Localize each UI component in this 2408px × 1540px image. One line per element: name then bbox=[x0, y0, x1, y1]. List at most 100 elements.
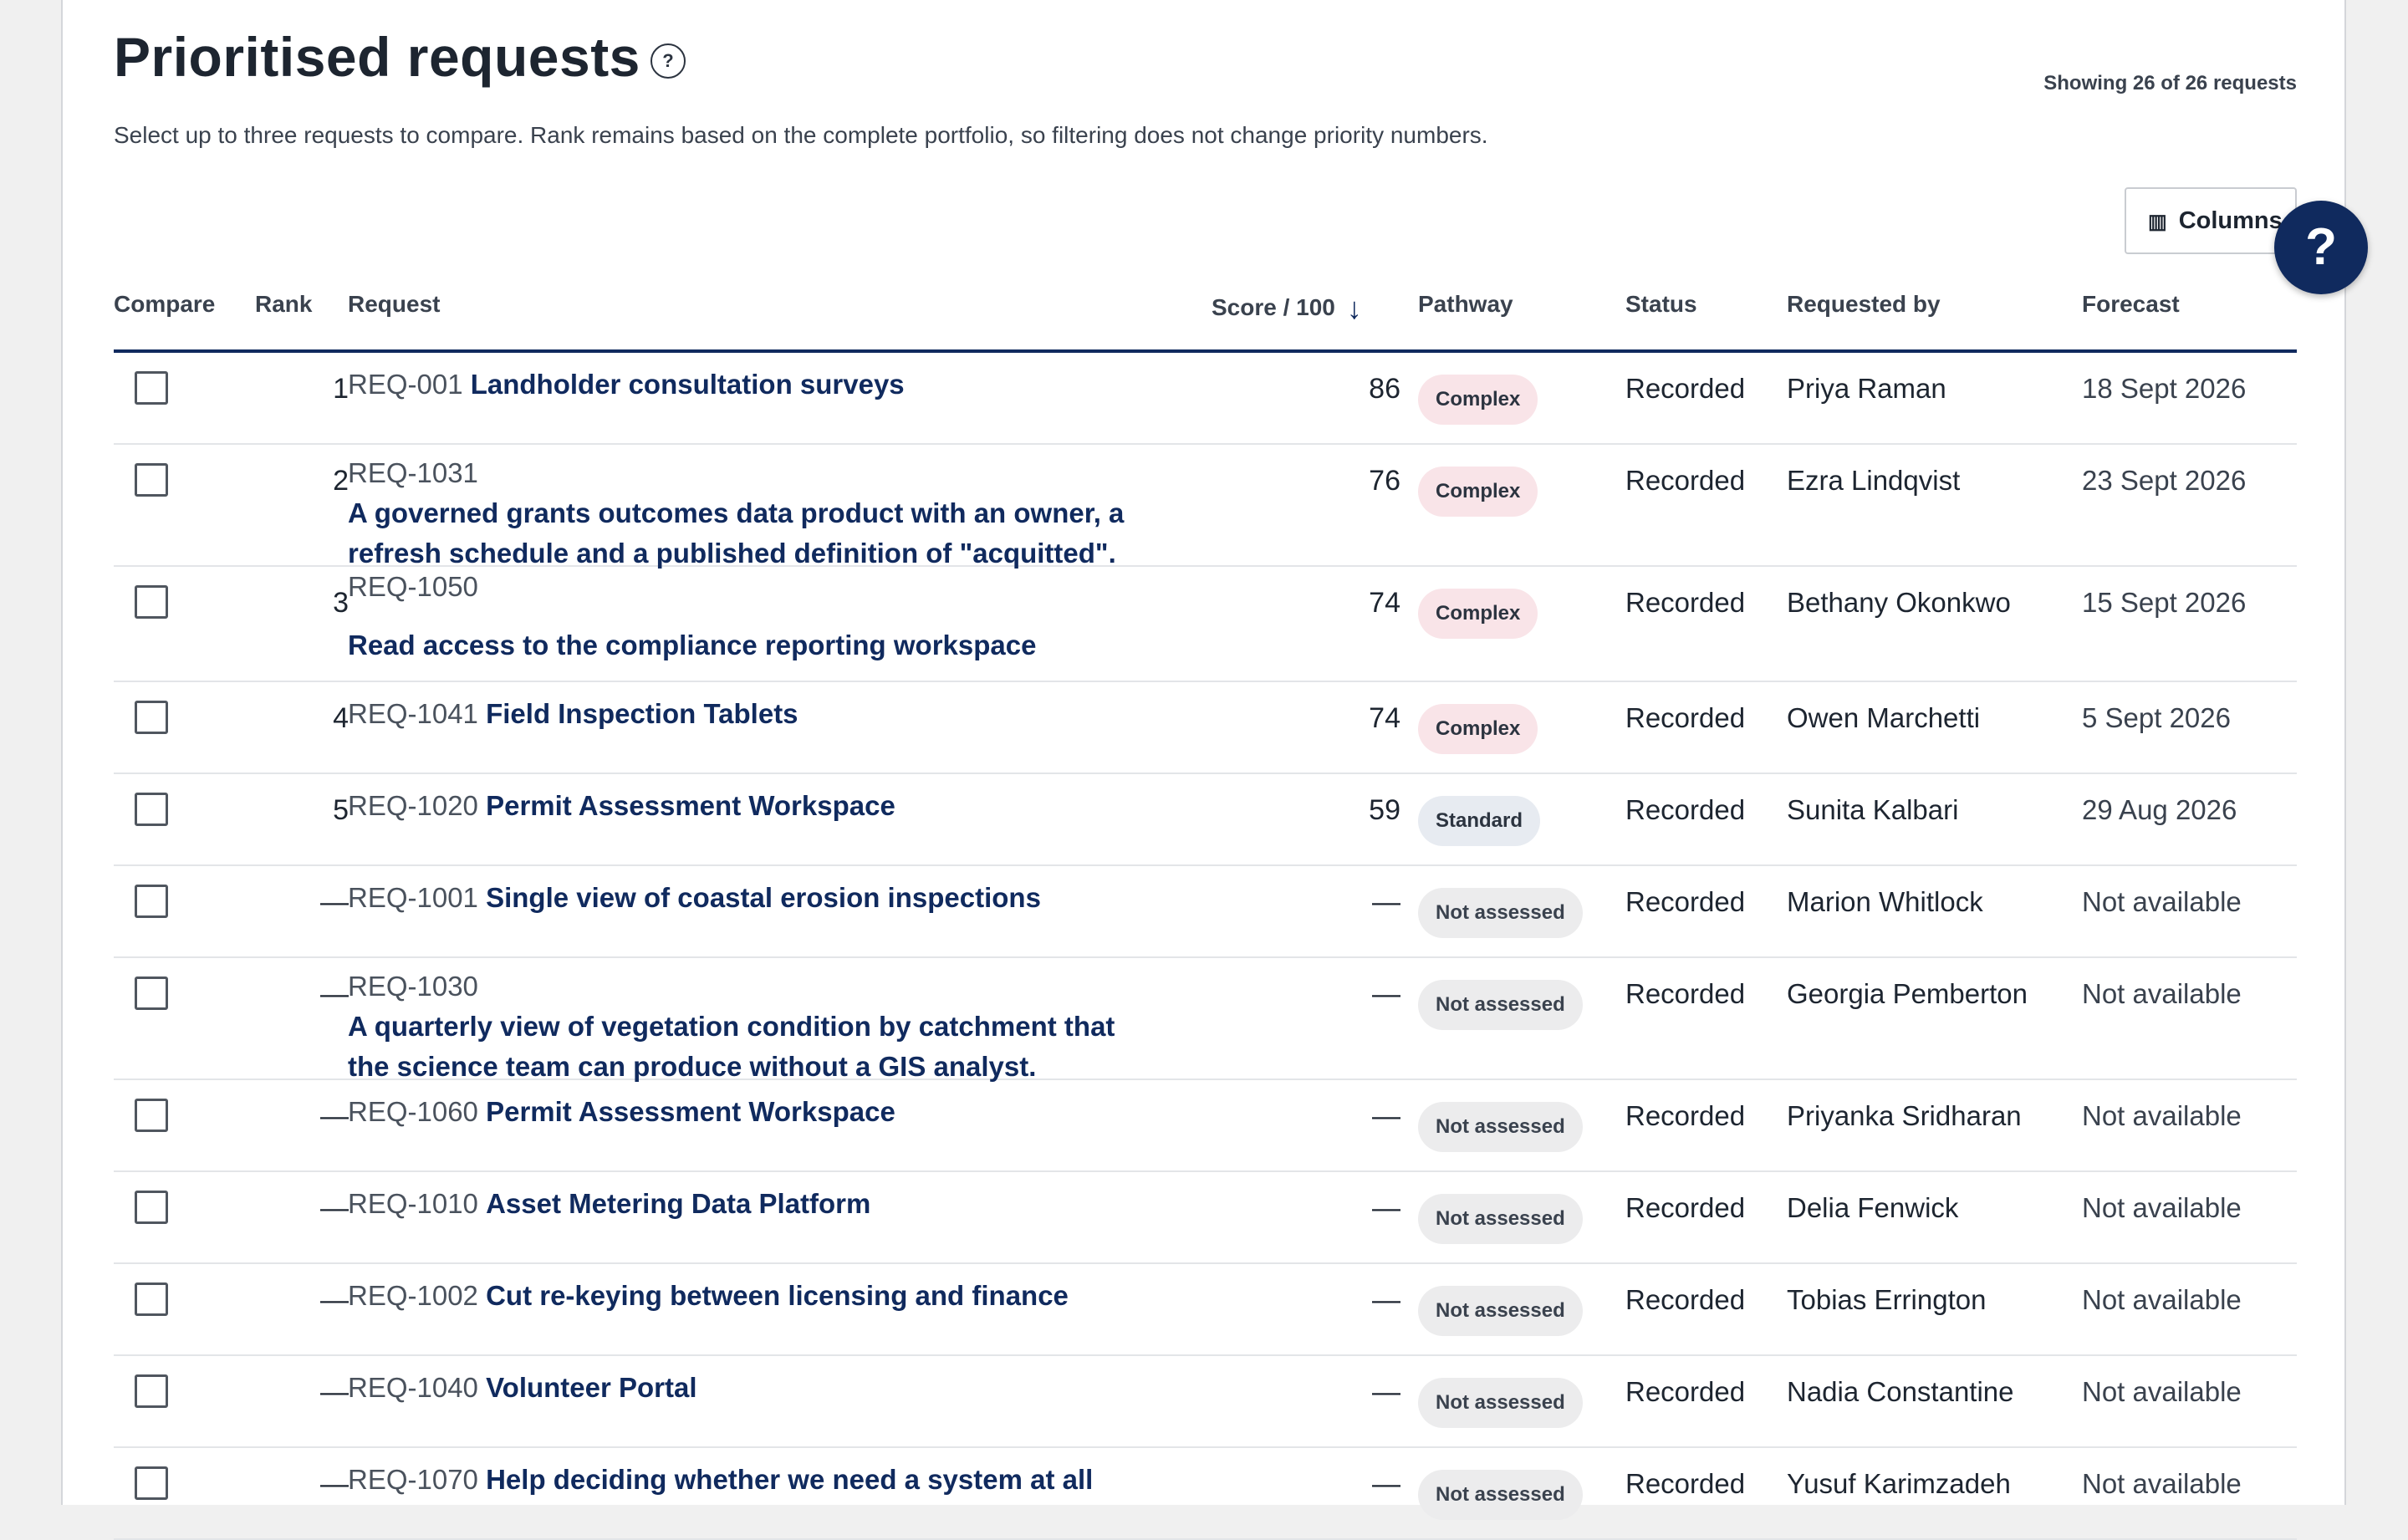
compare-checkbox[interactable] bbox=[135, 463, 168, 497]
request-id: REQ-1002 bbox=[348, 1280, 478, 1311]
compare-checkbox[interactable] bbox=[135, 1374, 168, 1408]
rank-cell: — bbox=[320, 1468, 349, 1500]
request-id: REQ-1001 bbox=[348, 882, 478, 913]
columns-button[interactable]: ▥ Columns bbox=[2125, 187, 2297, 254]
request-title-link[interactable]: Permit Assessment Workspace bbox=[486, 1096, 895, 1127]
help-icon[interactable]: ? bbox=[650, 43, 686, 79]
table-body: 1 REQ-001 Landholder consultation survey… bbox=[114, 353, 2297, 1540]
header-pathway: Pathway bbox=[1418, 291, 1513, 317]
status-cell: Recorded bbox=[1625, 587, 1746, 618]
score-cell: — bbox=[1372, 1192, 1400, 1224]
requested-by-cell: Ezra Lindqvist bbox=[1787, 465, 1961, 496]
pathway-badge: Not assessed bbox=[1418, 1470, 1583, 1520]
request-id: REQ-1030 bbox=[348, 971, 478, 1002]
requested-by-cell: Yusuf Karimzadeh bbox=[1787, 1468, 2011, 1499]
compare-checkbox[interactable] bbox=[135, 885, 168, 918]
rank-cell: — bbox=[320, 1100, 349, 1132]
rank-cell: — bbox=[320, 1284, 349, 1316]
table-row: — REQ-1040 Volunteer Portal — Not assess… bbox=[114, 1356, 2297, 1448]
forecast-cell: Not available bbox=[2082, 1468, 2242, 1499]
request-title-link[interactable]: Single view of coastal erosion inspectio… bbox=[486, 882, 1041, 913]
request-title-link[interactable]: Cut re-keying between licensing and fina… bbox=[486, 1280, 1069, 1311]
score-cell: 76 bbox=[1369, 465, 1400, 497]
header-score: Score / 100 bbox=[1212, 294, 1335, 320]
status-cell: Recorded bbox=[1625, 465, 1746, 496]
request-id: REQ-1031 bbox=[348, 457, 478, 488]
table-row: — REQ-1001 Single view of coastal erosio… bbox=[114, 866, 2297, 958]
request-title-link[interactable]: Landholder consultation surveys bbox=[471, 369, 905, 400]
status-cell: Recorded bbox=[1625, 1284, 1746, 1315]
request-title-link[interactable]: Permit Assessment Workspace bbox=[486, 790, 895, 821]
compare-checkbox[interactable] bbox=[135, 1466, 168, 1500]
requested-by-cell: Priyanka Sridharan bbox=[1787, 1100, 2022, 1131]
score-cell: 86 bbox=[1369, 373, 1400, 405]
compare-checkbox[interactable] bbox=[135, 1282, 168, 1316]
compare-checkbox[interactable] bbox=[135, 585, 168, 619]
requested-by-cell: Priya Raman bbox=[1787, 373, 1946, 404]
requested-by-cell: Sunita Kalbari bbox=[1787, 794, 1959, 825]
status-cell: Recorded bbox=[1625, 1468, 1746, 1499]
forecast-cell: 23 Sept 2026 bbox=[2082, 465, 2247, 496]
score-cell: 59 bbox=[1369, 794, 1400, 826]
header-forecast: Forecast bbox=[2082, 291, 2180, 317]
pathway-badge: Not assessed bbox=[1418, 980, 1583, 1030]
request-title-link[interactable]: Read access to the compliance reporting … bbox=[348, 630, 1036, 660]
rank-cell: 3 bbox=[333, 587, 349, 619]
pathway-badge: Complex bbox=[1418, 704, 1538, 754]
columns-icon: ▥ bbox=[2148, 210, 2167, 233]
status-cell: Recorded bbox=[1625, 373, 1746, 404]
rank-cell: — bbox=[320, 978, 349, 1010]
forecast-cell: Not available bbox=[2082, 886, 2242, 917]
rank-cell: — bbox=[320, 886, 349, 918]
pathway-badge: Complex bbox=[1418, 467, 1538, 517]
compare-checkbox[interactable] bbox=[135, 977, 168, 1010]
help-button[interactable]: ? bbox=[2274, 201, 2368, 294]
request-title-link[interactable]: A governed grants outcomes data product … bbox=[348, 497, 1124, 569]
request-title-link[interactable]: Field Inspection Tablets bbox=[486, 698, 798, 729]
compare-checkbox[interactable] bbox=[135, 793, 168, 826]
table-row: — REQ-1010 Asset Metering Data Platform … bbox=[114, 1172, 2297, 1264]
table-row: 3 REQ-1050 Read access to the compliance … bbox=[114, 567, 2297, 682]
forecast-cell: Not available bbox=[2082, 1284, 2242, 1315]
status-cell: Recorded bbox=[1625, 978, 1746, 1009]
status-cell: Recorded bbox=[1625, 1192, 1746, 1223]
page-title: Prioritised requests bbox=[114, 26, 640, 88]
forecast-cell: 5 Sept 2026 bbox=[2082, 702, 2231, 733]
rank-cell: 5 bbox=[333, 794, 349, 826]
sort-descending-icon: ↓ bbox=[1346, 291, 1362, 325]
header-compare: Compare bbox=[114, 291, 216, 317]
status-cell: Recorded bbox=[1625, 1376, 1746, 1407]
request-id: REQ-1070 bbox=[348, 1464, 478, 1495]
rank-cell: 2 bbox=[333, 465, 349, 497]
pathway-badge: Not assessed bbox=[1418, 1194, 1583, 1244]
compare-checkbox[interactable] bbox=[135, 1191, 168, 1224]
requested-by-cell: Georgia Pemberton bbox=[1787, 978, 2028, 1009]
rank-cell: 1 bbox=[333, 373, 349, 405]
request-id: REQ-1020 bbox=[348, 790, 478, 821]
request-cell: REQ-1030 A quarterly view of vegetation c… bbox=[348, 966, 1134, 1087]
pathway-badge: Not assessed bbox=[1418, 888, 1583, 938]
compare-checkbox[interactable] bbox=[135, 701, 168, 734]
header-score-sort[interactable]: Score / 100 ↓ bbox=[1212, 291, 1362, 326]
compare-checkbox[interactable] bbox=[135, 371, 168, 405]
request-title-link[interactable]: Volunteer Portal bbox=[486, 1372, 696, 1403]
rank-cell: — bbox=[320, 1192, 349, 1224]
rank-cell: 4 bbox=[333, 702, 349, 734]
request-cell: REQ-1002 Cut re-keying between licensing… bbox=[348, 1276, 1134, 1316]
score-cell: — bbox=[1372, 1284, 1400, 1316]
forecast-cell: 15 Sept 2026 bbox=[2082, 587, 2247, 618]
request-cell: REQ-1031 A governed grants outcomes data … bbox=[348, 453, 1134, 574]
header-requested-by: Requested by bbox=[1787, 291, 1941, 317]
request-cell: REQ-1050 Read access to the compliance re… bbox=[348, 567, 1134, 665]
request-cell: REQ-1070 Help deciding whether we need a… bbox=[348, 1460, 1134, 1500]
requested-by-cell: Delia Fenwick bbox=[1787, 1192, 1959, 1223]
compare-checkbox[interactable] bbox=[135, 1099, 168, 1132]
requested-by-cell: Owen Marchetti bbox=[1787, 702, 1981, 733]
status-cell: Recorded bbox=[1625, 794, 1746, 825]
request-title-link[interactable]: Help deciding whether we need a system a… bbox=[486, 1464, 1093, 1495]
score-cell: — bbox=[1372, 1376, 1400, 1408]
request-id: REQ-1041 bbox=[348, 698, 478, 729]
request-title-link[interactable]: A quarterly view of vegetation condition… bbox=[348, 1011, 1115, 1082]
header-rank: Rank bbox=[255, 291, 313, 317]
request-title-link[interactable]: Asset Metering Data Platform bbox=[486, 1188, 870, 1219]
